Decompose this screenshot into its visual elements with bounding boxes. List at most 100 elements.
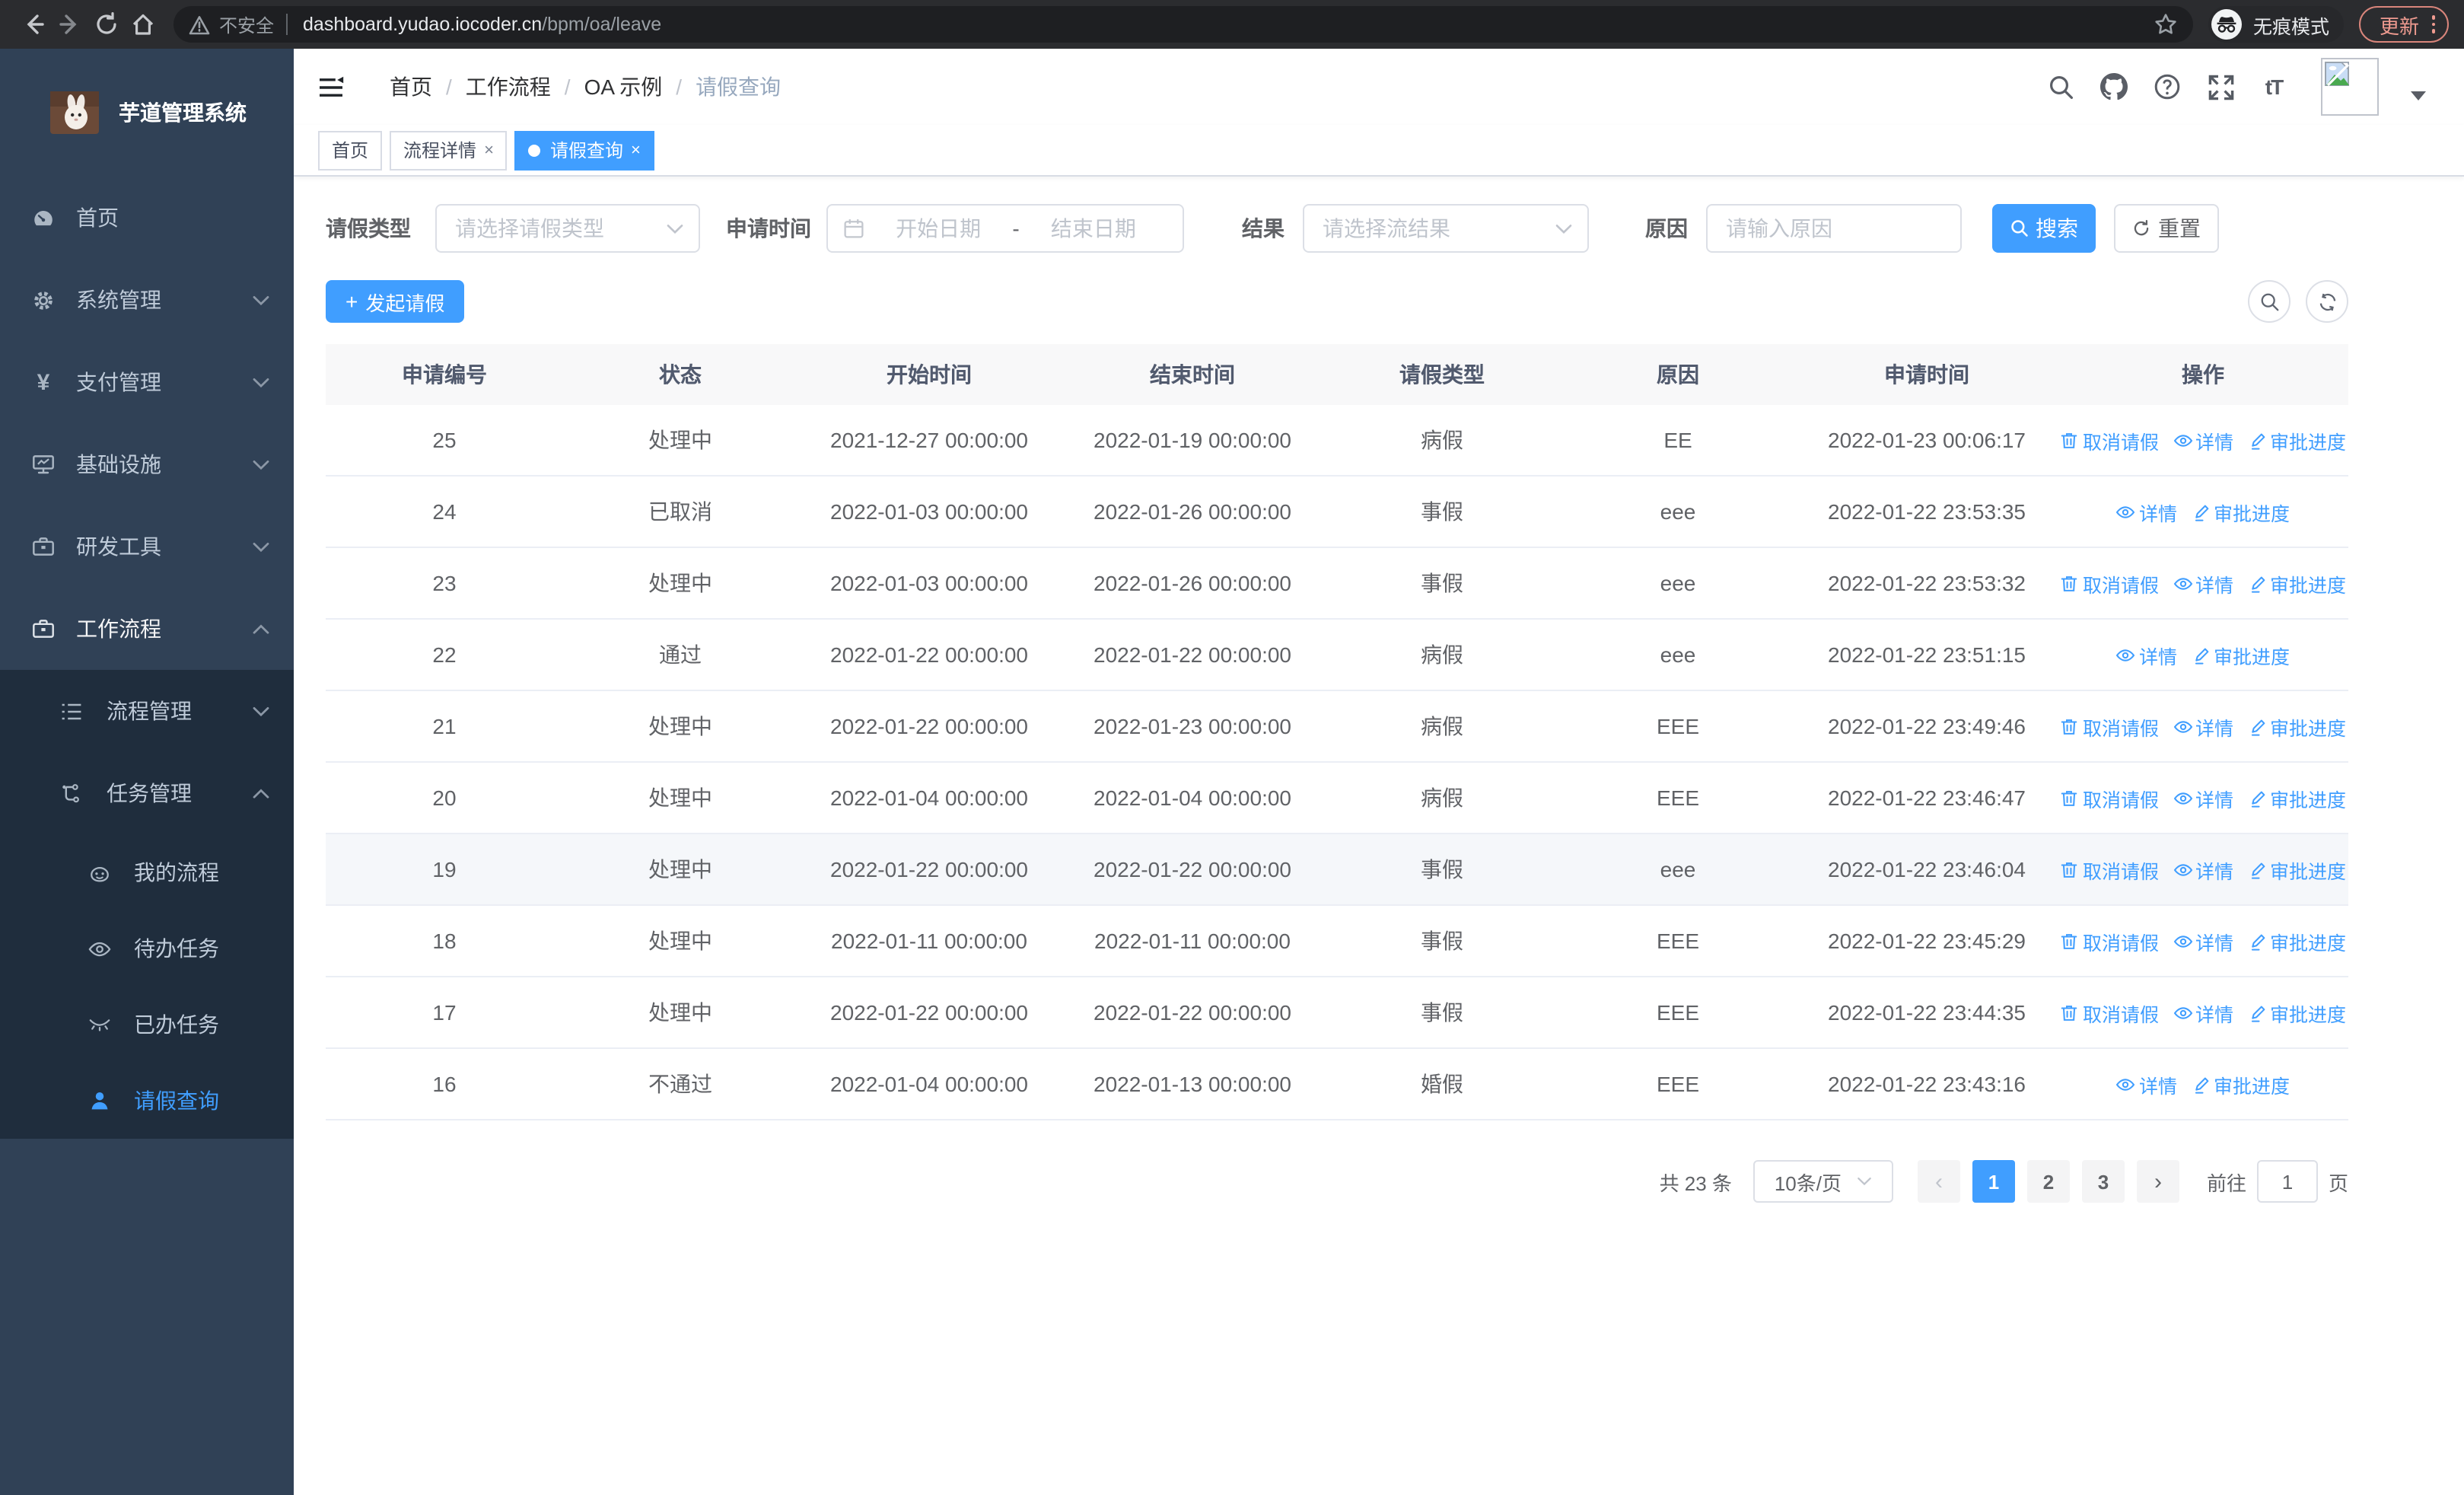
sidebar-item-todo-tasks[interactable]: 待办任务 <box>0 910 294 987</box>
bookmark-star-icon[interactable] <box>2154 12 2179 37</box>
eye-icon <box>2173 863 2192 875</box>
detail-action-link[interactable]: 详情 <box>2173 426 2233 454</box>
browser-menu-icon[interactable] <box>2431 15 2435 33</box>
progress-action-link[interactable]: 审批进度 <box>2247 926 2346 955</box>
tab-process-detail[interactable]: 流程详情 × <box>390 130 508 170</box>
cancel-action-link[interactable]: 取消请假 <box>2060 998 2159 1027</box>
progress-action-link[interactable]: 审批进度 <box>2247 998 2346 1027</box>
close-icon[interactable]: × <box>631 141 641 159</box>
pen-icon <box>2194 1076 2208 1093</box>
page-button-3[interactable]: 3 <box>2081 1160 2125 1203</box>
close-icon[interactable]: × <box>484 141 494 159</box>
breadcrumb-oa[interactable]: OA 示例 <box>584 72 663 102</box>
avatar-caret-icon[interactable] <box>2411 91 2426 100</box>
next-page-button[interactable]: › <box>2136 1160 2179 1203</box>
address-bar[interactable]: 不安全 dashboard.yudao.iocoder.cn/bpm/oa/le… <box>173 6 2194 43</box>
cell-apply-time: 2022-01-23 00:06:17 <box>1828 428 2026 452</box>
cancel-action-link[interactable]: 取消请假 <box>2060 712 2159 741</box>
apply-time-range-picker[interactable]: 开始日期 - 结束日期 <box>826 204 1184 253</box>
progress-action-link[interactable]: 审批进度 <box>2247 426 2346 454</box>
chevron-down-icon <box>253 295 269 305</box>
sidebar-item-my-process[interactable]: 我的流程 <box>0 834 294 910</box>
avatar[interactable] <box>2321 58 2379 116</box>
sidebar-item-home[interactable]: 首页 <box>0 177 294 259</box>
result-select[interactable]: 请选择流结果 <box>1303 204 1589 253</box>
eye-icon <box>2173 792 2192 804</box>
detail-action-link[interactable]: 详情 <box>2173 712 2233 741</box>
progress-action-link[interactable]: 审批进度 <box>2191 1069 2290 1098</box>
help-icon[interactable] <box>2152 72 2182 102</box>
page-button-2[interactable]: 2 <box>2026 1160 2070 1203</box>
tab-leave-query[interactable]: 请假查询 × <box>514 130 654 170</box>
detail-action-link[interactable]: 详情 <box>2116 640 2177 669</box>
cell-leave-type: 病假 <box>1421 714 1463 738</box>
sidebar-fold-icon[interactable] <box>318 75 349 98</box>
detail-action-link[interactable]: 详情 <box>2173 569 2233 598</box>
detail-action-link[interactable]: 详情 <box>2173 998 2233 1027</box>
breadcrumb-home[interactable]: 首页 <box>390 72 432 102</box>
progress-action-link[interactable]: 审批进度 <box>2191 640 2290 669</box>
not-secure-label[interactable]: 不安全 <box>219 11 274 37</box>
progress-action-link[interactable]: 审批进度 <box>2191 497 2290 526</box>
github-icon[interactable] <box>2099 72 2129 102</box>
page-size-select[interactable]: 10条/页 <box>1752 1160 1893 1203</box>
browser-forward-button[interactable] <box>52 6 88 43</box>
goto-page-input[interactable]: 1 <box>2256 1160 2318 1203</box>
fullscreen-icon[interactable] <box>2205 72 2236 102</box>
sidebar-item-system[interactable]: 系统管理 <box>0 259 294 341</box>
sidebar-item-devtools[interactable]: 研发工具 <box>0 505 294 588</box>
tab-home[interactable]: 首页 <box>318 130 383 170</box>
browser-update-button[interactable]: 更新 <box>2359 6 2449 43</box>
table-row: 18 处理中 2022-01-11 00:00:00 2022-01-11 00… <box>326 906 2348 977</box>
reason-input[interactable]: 请输入原因 <box>1706 204 1962 253</box>
sidebar-item-done-tasks[interactable]: 已办任务 <box>0 987 294 1063</box>
browser-reload-button[interactable] <box>88 6 125 43</box>
cancel-action-link[interactable]: 取消请假 <box>2060 926 2159 955</box>
browser-back-button[interactable] <box>15 6 52 43</box>
search-button[interactable]: 搜索 <box>1992 204 2096 253</box>
not-secure-icon[interactable] <box>189 14 210 34</box>
cell-reason: eee <box>1660 571 1696 595</box>
sidebar-item-infra[interactable]: 基础设施 <box>0 423 294 505</box>
cancel-action-link[interactable]: 取消请假 <box>2060 783 2159 812</box>
detail-action-link[interactable]: 详情 <box>2173 855 2233 884</box>
prev-page-button[interactable]: ‹ <box>1917 1160 1960 1203</box>
table-row: 23 处理中 2022-01-03 00:00:00 2022-01-26 00… <box>326 548 2348 620</box>
sidebar-item-workflow[interactable]: 工作流程 <box>0 588 294 670</box>
progress-action-link[interactable]: 审批进度 <box>2247 712 2346 741</box>
eye-icon <box>2116 505 2136 518</box>
cancel-action-link[interactable]: 取消请假 <box>2060 426 2159 454</box>
refresh-button[interactable] <box>2306 280 2348 323</box>
cell-reason: eee <box>1660 642 1696 667</box>
table-body: 25 处理中 2021-12-27 00:00:00 2022-01-19 00… <box>326 405 2348 1120</box>
app-logo[interactable]: 芋道管理系统 <box>0 49 294 177</box>
detail-action-link[interactable]: 详情 <box>2116 497 2177 526</box>
browser-home-button[interactable] <box>125 6 161 43</box>
trash-icon <box>2061 790 2078 805</box>
date-end-input[interactable]: 结束日期 <box>1020 213 1167 244</box>
progress-action-link[interactable]: 审批进度 <box>2247 569 2346 598</box>
cell-reason: EEE <box>1656 929 1699 953</box>
cell-start-time: 2022-01-04 00:00:00 <box>830 786 1028 810</box>
font-size-icon[interactable]: tT <box>2259 72 2289 102</box>
cancel-action-link[interactable]: 取消请假 <box>2060 569 2159 598</box>
detail-action-link[interactable]: 详情 <box>2173 783 2233 812</box>
search-icon[interactable] <box>2045 72 2076 102</box>
sidebar-item-payment[interactable]: ¥ 支付管理 <box>0 341 294 423</box>
leave-type-select[interactable]: 请选择请假类型 <box>435 204 700 253</box>
col-header-end: 结束时间 <box>1150 362 1235 387</box>
date-start-input[interactable]: 开始日期 <box>864 213 1012 244</box>
breadcrumb-workflow[interactable]: 工作流程 <box>466 72 551 102</box>
progress-action-link[interactable]: 审批进度 <box>2247 783 2346 812</box>
sidebar-item-process-mgmt[interactable]: 流程管理 <box>0 670 294 752</box>
sidebar-item-task-mgmt[interactable]: 任务管理 <box>0 752 294 834</box>
sidebar-item-leave-query[interactable]: 请假查询 <box>0 1063 294 1139</box>
page-button-1[interactable]: 1 <box>1972 1160 2015 1203</box>
show-search-button[interactable] <box>2248 280 2291 323</box>
create-leave-button[interactable]: + 发起请假 <box>326 280 465 323</box>
detail-action-link[interactable]: 详情 <box>2116 1069 2177 1098</box>
progress-action-link[interactable]: 审批进度 <box>2247 855 2346 884</box>
detail-action-link[interactable]: 详情 <box>2173 926 2233 955</box>
cancel-action-link[interactable]: 取消请假 <box>2060 855 2159 884</box>
reset-button[interactable]: 重置 <box>2114 204 2219 253</box>
